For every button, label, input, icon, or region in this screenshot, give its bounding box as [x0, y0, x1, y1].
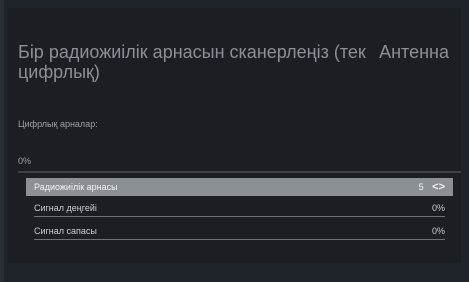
signal-quality-divider [34, 239, 445, 240]
signal-quality-row: Сигнал сапасы 0% [26, 222, 453, 240]
left-right-arrows-icon[interactable]: <> [432, 181, 445, 193]
signal-level-divider [34, 216, 445, 217]
signal-quality-label: Сигнал сапасы [34, 226, 97, 236]
signal-level-label: Сигнал деңгейі [34, 203, 97, 213]
rf-channel-value-group: 5 <> [419, 178, 445, 196]
signal-source-label: Антенна [379, 42, 449, 62]
signal-level-row: Сигнал деңгейі 0% [26, 199, 453, 217]
scan-progress-text: 0% [18, 156, 32, 166]
rf-channel-label: Радиожиілік арнасы [34, 182, 118, 192]
scan-panel: Бір радиожиілік арнасын сканерлеңіз (тек… [8, 8, 461, 263]
digital-channels-label: Цифрлық арналар: [18, 119, 98, 129]
rf-channel-row[interactable]: Радиожиілік арнасы 5 <> [26, 178, 453, 196]
scan-progress-bar [18, 171, 461, 173]
signal-level-value: 0% [431, 203, 445, 213]
rf-channel-value: 5 [418, 182, 424, 192]
page-title: Бір радиожиілік арнасын сканерлеңіз (тек… [18, 42, 366, 82]
signal-quality-value: 0% [431, 226, 445, 236]
background-edge [0, 0, 4, 282]
